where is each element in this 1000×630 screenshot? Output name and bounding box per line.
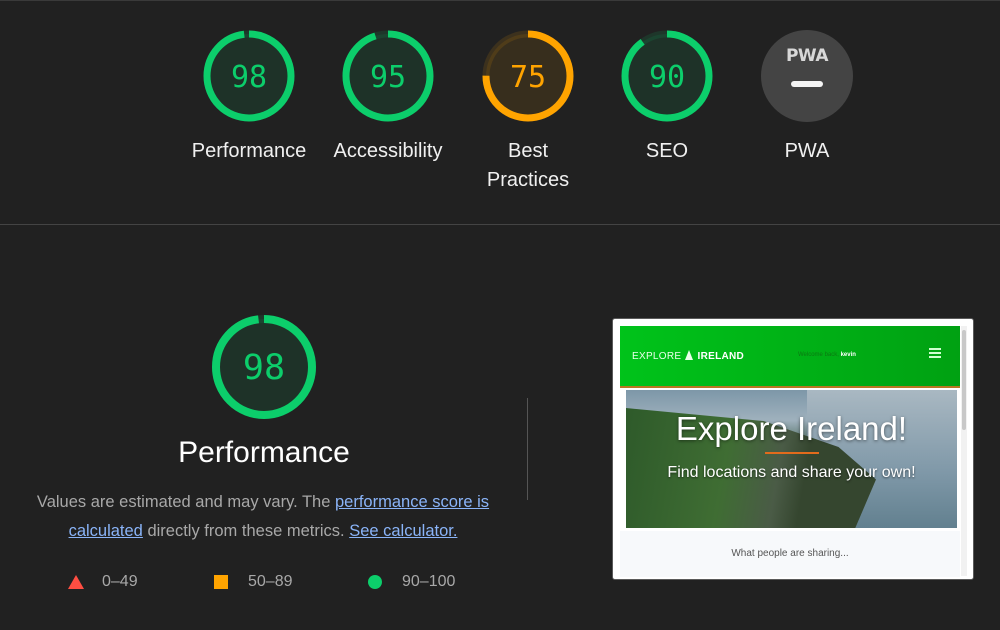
site-logo-left: EXPLORE: [632, 351, 682, 362]
hero-image: Explore Ireland! Find locations and shar…: [626, 390, 957, 528]
gauge-best-practices[interactable]: 75: [482, 30, 574, 122]
site-logo-right: IRELAND: [697, 351, 745, 362]
gauge-seo-label[interactable]: SEO: [597, 137, 737, 166]
performance-detail-gauge: 98: [211, 314, 317, 420]
gauge-pwa-label[interactable]: PWA: [737, 137, 877, 166]
hero-subtitle: Find locations and share your own!: [667, 464, 916, 481]
gauge-accessibility[interactable]: 95: [342, 30, 434, 122]
square-icon: [214, 575, 228, 589]
desc-text-before: Values are estimated and may vary. The: [36, 493, 335, 511]
gauge-performance-score: 98: [231, 60, 267, 95]
gauge-best-practices-score: 75: [510, 60, 546, 95]
gauge-performance-ring: 98: [203, 30, 295, 122]
pwa-badge-icon[interactable]: PWA: [761, 30, 853, 122]
performance-detail-title: Performance: [178, 436, 350, 469]
gauge-best-practices-label[interactable]: Best Practices: [458, 137, 598, 195]
pwa-dash-icon: [791, 81, 823, 87]
screenshot-scrollbar: [961, 326, 967, 576]
gauge-seo-score: 90: [649, 60, 685, 95]
page-screenshot[interactable]: EXPLORE IRELAND Welcome back, kevin Expl…: [612, 318, 974, 580]
performance-detail-score: 98: [243, 348, 285, 388]
site-header: EXPLORE IRELAND Welcome back, kevin: [620, 326, 960, 388]
site-logo: EXPLORE IRELAND: [632, 350, 744, 362]
triangle-icon: [68, 575, 84, 589]
best-practices-label-line2: Practices: [486, 169, 570, 191]
top-border: [0, 0, 1000, 1]
gauge-seo[interactable]: 90: [621, 30, 713, 122]
circle-icon: [368, 575, 382, 589]
landmark-icon: [685, 350, 694, 360]
site-welcome: Welcome back, kevin: [798, 352, 856, 358]
hamburger-icon: [929, 348, 941, 358]
hero-title: Explore Ireland!: [675, 410, 908, 447]
pwa-badge-text: PWA: [785, 46, 829, 66]
gauge-accessibility-label[interactable]: Accessibility: [318, 137, 458, 166]
best-practices-label-line1: Best: [507, 140, 549, 162]
sharing-section: What people are sharing...: [620, 531, 960, 577]
screenshot-scroll-thumb: [962, 330, 966, 430]
site-welcome-text: Welcome back,: [798, 352, 839, 358]
performance-detail-ring: 98: [212, 315, 316, 419]
legend-fail-range: 0–49: [102, 573, 138, 590]
gauge-performance-label[interactable]: Performance: [179, 137, 319, 166]
see-calculator-link[interactable]: See calculator.: [349, 522, 457, 540]
gauge-seo-ring: 90: [621, 30, 713, 122]
gauge-accessibility-ring: 95: [342, 30, 434, 122]
hero-underline: [765, 452, 819, 454]
legend-average-range: 50–89: [248, 573, 293, 590]
section-divider: [0, 224, 1000, 225]
site-username: kevin: [840, 352, 856, 358]
sharing-heading: What people are sharing...: [731, 548, 849, 559]
desc-text-middle: directly from these metrics.: [142, 522, 350, 540]
legend-pass-range: 90–100: [402, 573, 456, 590]
gauge-best-practices-ring: 75: [482, 30, 574, 122]
performance-description: Values are estimated and may vary. The p…: [20, 488, 506, 546]
gauge-accessibility-score: 95: [370, 60, 406, 95]
vertical-separator: [527, 398, 528, 500]
gauge-performance[interactable]: 98: [203, 30, 295, 122]
